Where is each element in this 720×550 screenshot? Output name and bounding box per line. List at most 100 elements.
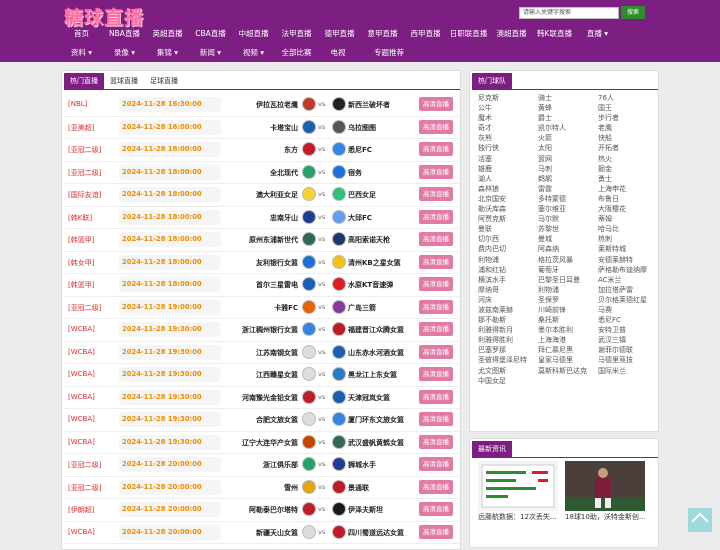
- team-link[interactable]: 爵士: [538, 113, 598, 123]
- league-label[interactable]: [韩女甲]: [68, 258, 94, 268]
- away-team[interactable]: 狮城水手: [348, 460, 376, 470]
- team-link[interactable]: 利物浦: [538, 285, 598, 295]
- league-label[interactable]: [伊朗超]: [68, 505, 94, 515]
- nav-item[interactable]: 首页: [60, 25, 103, 43]
- nav-item[interactable]: 新闻 ▾: [189, 44, 232, 62]
- team-link[interactable]: 大阪樱花: [598, 204, 656, 214]
- team-link[interactable]: 马尔默: [538, 214, 598, 224]
- search-button[interactable]: 搜索: [621, 6, 645, 19]
- team-link[interactable]: 利雅得新月: [478, 325, 538, 335]
- away-team[interactable]: 清州KB之星女篮: [348, 258, 401, 268]
- team-link[interactable]: 国际米兰: [598, 366, 656, 376]
- hd-live-button[interactable]: 高清直播: [419, 277, 453, 291]
- team-link[interactable]: 魔术: [478, 113, 538, 123]
- away-team[interactable]: 广岛三箭: [348, 303, 376, 313]
- team-link[interactable]: 独行侠: [478, 143, 538, 153]
- team-link[interactable]: 莫斯科斯巴达克: [538, 366, 598, 376]
- hd-live-button[interactable]: 高清直播: [419, 322, 453, 336]
- hd-live-button[interactable]: 高清直播: [419, 389, 453, 404]
- team-link[interactable]: 快船: [598, 133, 656, 143]
- team-link[interactable]: 鹈鹕: [538, 174, 598, 184]
- away-team[interactable]: 天津冠岚女篮: [348, 393, 390, 403]
- away-team[interactable]: 福建晋江众腾女篮: [348, 325, 404, 335]
- team-link[interactable]: 上海申花: [598, 184, 656, 194]
- away-team[interactable]: 乌拉图图: [348, 123, 376, 133]
- league-label[interactable]: [WCBA]: [68, 528, 95, 536]
- team-link[interactable]: 热刺: [598, 234, 656, 244]
- nav-item[interactable]: 意甲直播: [361, 25, 404, 43]
- hd-live-button[interactable]: 高清直播: [419, 97, 453, 111]
- team-link[interactable]: 活塞: [478, 154, 538, 164]
- team-link[interactable]: 哈马比: [598, 224, 656, 234]
- nav-item[interactable]: 日职联直播: [447, 25, 490, 43]
- team-link[interactable]: 葡萄牙: [538, 265, 598, 275]
- nav-item[interactable]: 韩K联直播: [533, 25, 576, 43]
- away-team[interactable]: 新西兰破坏者: [348, 100, 390, 110]
- team-link[interactable]: 勒沃库森: [478, 204, 538, 214]
- team-link[interactable]: 布鲁日: [598, 194, 656, 204]
- team-link[interactable]: 灰熊: [478, 133, 538, 143]
- team-link[interactable]: 阿森纳: [538, 244, 598, 254]
- team-link[interactable]: 阿贾克斯: [478, 214, 538, 224]
- home-team[interactable]: 卡塔宝山: [270, 123, 298, 133]
- back-to-top-button[interactable]: [688, 508, 712, 532]
- team-link[interactable]: 蒂姆: [598, 214, 656, 224]
- nav-item[interactable]: 电视: [318, 44, 358, 62]
- nav-item[interactable]: 中超直播: [232, 25, 275, 43]
- away-team[interactable]: 悉尼FC: [348, 145, 372, 155]
- home-team[interactable]: 东方: [284, 145, 298, 155]
- home-team[interactable]: 浙江俱乐部: [263, 460, 298, 470]
- home-team[interactable]: 首尔三星雷电: [256, 280, 298, 290]
- team-link[interactable]: 谢菲尔德联: [598, 345, 656, 355]
- team-link[interactable]: 马赛: [598, 305, 656, 315]
- hd-live-button[interactable]: 高清直播: [419, 254, 453, 269]
- home-team[interactable]: 江苏南钢女篮: [256, 348, 298, 358]
- team-link[interactable]: 格拉茨风暴: [538, 255, 598, 265]
- nav-item[interactable]: 全部比赛: [275, 44, 318, 62]
- team-link[interactable]: 尼克斯: [478, 93, 538, 103]
- team-link[interactable]: 湖人: [478, 174, 538, 184]
- team-link[interactable]: 火箭: [538, 133, 598, 143]
- nav-item[interactable]: 直播 ▾: [576, 25, 619, 43]
- team-link[interactable]: 上海海港: [538, 335, 598, 345]
- league-label[interactable]: [WCBA]: [68, 415, 95, 423]
- news-caption[interactable]: 18球10助，沃特金斯创...: [565, 512, 647, 522]
- team-link[interactable]: 76人: [598, 93, 656, 103]
- hd-live-button[interactable]: 高清直播: [419, 412, 453, 426]
- home-team[interactable]: 澳大利亚女足: [256, 190, 298, 200]
- nav-item[interactable]: 录像 ▾: [103, 44, 146, 62]
- tab-basketball-live[interactable]: 篮球直播: [104, 73, 144, 89]
- home-team[interactable]: 合肥文旅女篮: [256, 415, 298, 425]
- nav-item[interactable]: 英超直播: [146, 25, 189, 43]
- team-link[interactable]: 公牛: [478, 103, 538, 113]
- team-link[interactable]: 森林狼: [478, 184, 538, 194]
- team-link[interactable]: 波兹南莱赫: [478, 305, 538, 315]
- home-team[interactable]: 原州东浦新世代: [249, 235, 298, 245]
- hd-live-button[interactable]: 高清直播: [419, 502, 453, 516]
- team-link[interactable]: AC米兰: [598, 275, 656, 285]
- league-label[interactable]: [WCBA]: [68, 370, 95, 378]
- team-link[interactable]: 川崎前锋: [538, 305, 598, 315]
- hd-live-button[interactable]: 高清直播: [419, 232, 453, 246]
- league-label[interactable]: [WCBA]: [68, 348, 95, 356]
- hd-live-button[interactable]: 高清直播: [419, 164, 453, 179]
- away-team[interactable]: 四川蜀道远达女篮: [348, 528, 404, 538]
- team-link[interactable]: 利物浦: [478, 255, 538, 265]
- team-link[interactable]: 骑士: [538, 93, 598, 103]
- team-link[interactable]: 开拓者: [598, 143, 656, 153]
- home-team[interactable]: 全北现代: [270, 168, 298, 178]
- home-team[interactable]: 江西赣星女篮: [256, 370, 298, 380]
- team-link[interactable]: 曼联: [478, 224, 538, 234]
- league-label[interactable]: [NBL]: [68, 100, 87, 108]
- team-link[interactable]: 利雅得胜利: [478, 335, 538, 345]
- team-link[interactable]: 北京国安: [478, 194, 538, 204]
- team-link[interactable]: 摩纳哥: [478, 285, 538, 295]
- team-link[interactable]: 塞尔维亚: [538, 204, 598, 214]
- nav-item[interactable]: 资料 ▾: [60, 44, 103, 62]
- site-logo[interactable]: 糖球直播: [64, 3, 144, 29]
- team-link[interactable]: 奇才: [478, 123, 538, 133]
- nav-item[interactable]: 西甲直播: [404, 25, 447, 43]
- team-link[interactable]: 掘金: [598, 164, 656, 174]
- away-team[interactable]: 高阳索诺天枪: [348, 235, 390, 245]
- team-link[interactable]: 桑托斯: [538, 315, 598, 325]
